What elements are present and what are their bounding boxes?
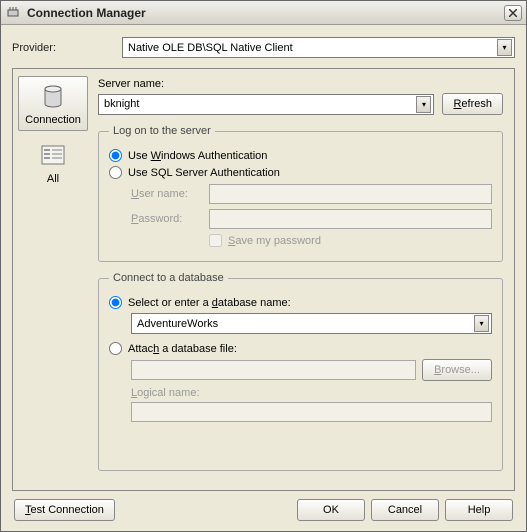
window-title: Connection Manager [27,6,504,20]
database-value: AdventureWorks [137,318,474,330]
tab-connection[interactable]: Connection [18,76,88,131]
password-row: Password: [131,209,492,229]
password-input [209,209,492,229]
main-panel: Connection All [12,68,515,491]
provider-combo[interactable]: Native OLE DB\SQL Native Client ▾ [122,37,515,58]
provider-value: Native OLE DB\SQL Native Client [128,42,497,54]
windows-auth-radio-row[interactable]: Use Windows Authentication [109,149,492,162]
select-db-label: Select or enter a database name: [128,297,291,309]
connection-manager-dialog: Connection Manager Provider: Native OLE … [0,0,527,532]
username-row: User name: [131,184,492,204]
server-name-label: Server name: [98,78,503,90]
content-area: Provider: Native OLE DB\SQL Native Clien… [1,25,526,531]
chevron-down-icon: ▾ [497,39,512,56]
logical-name-input [131,402,492,422]
tab-all[interactable]: All [18,135,88,190]
button-bar: Test Connection OK Cancel Help [12,491,515,525]
database-group: Connect to a database Select or enter a … [98,272,503,471]
refresh-button[interactable]: Refresh [442,93,503,115]
select-db-radio[interactable] [109,296,122,309]
username-label: User name: [131,188,209,200]
ok-button[interactable]: OK [297,499,365,521]
select-db-radio-row[interactable]: Select or enter a database name: [109,296,492,309]
connection-pane: Server name: bknight ▾ Refresh Log on to… [90,72,511,487]
attach-db-radio-row[interactable]: Attach a database file: [109,342,492,355]
tab-connection-label: Connection [21,114,85,126]
sql-auth-radio-row[interactable]: Use SQL Server Authentication [109,166,492,179]
windows-auth-radio[interactable] [109,149,122,162]
titlebar: Connection Manager [1,1,526,25]
server-name-value: bknight [104,98,416,110]
help-button[interactable]: Help [445,499,513,521]
chevron-down-icon: ▾ [474,315,489,332]
sql-auth-label: Use SQL Server Authentication [128,167,280,179]
side-tabs: Connection All [16,72,90,487]
attach-db-radio[interactable] [109,342,122,355]
close-button[interactable] [504,5,522,21]
database-legend: Connect to a database [109,272,228,284]
attach-file-input [131,360,416,380]
database-icon [21,83,85,111]
chevron-down-icon: ▾ [416,96,431,113]
save-password-label: Save my password [228,235,321,247]
save-password-checkbox [209,234,222,247]
username-input [209,184,492,204]
logical-name-label: Logical name: [131,387,492,399]
database-combo[interactable]: AdventureWorks ▾ [131,313,492,334]
sql-auth-radio[interactable] [109,166,122,179]
server-name-combo[interactable]: bknight ▾ [98,94,434,115]
properties-icon [21,142,85,170]
windows-auth-label: Use Windows Authentication [128,150,267,162]
logon-legend: Log on to the server [109,125,215,137]
logon-group: Log on to the server Use Windows Authent… [98,125,503,262]
test-connection-button[interactable]: Test Connection [14,499,115,521]
app-icon [5,5,21,21]
browse-button: Browse... [422,359,492,381]
attach-db-label: Attach a database file: [128,343,237,355]
cancel-button[interactable]: Cancel [371,499,439,521]
save-password-row: Save my password [209,234,492,247]
provider-label: Provider: [12,42,122,54]
password-label: Password: [131,213,209,225]
provider-row: Provider: Native OLE DB\SQL Native Clien… [12,37,515,58]
tab-all-label: All [21,173,85,185]
